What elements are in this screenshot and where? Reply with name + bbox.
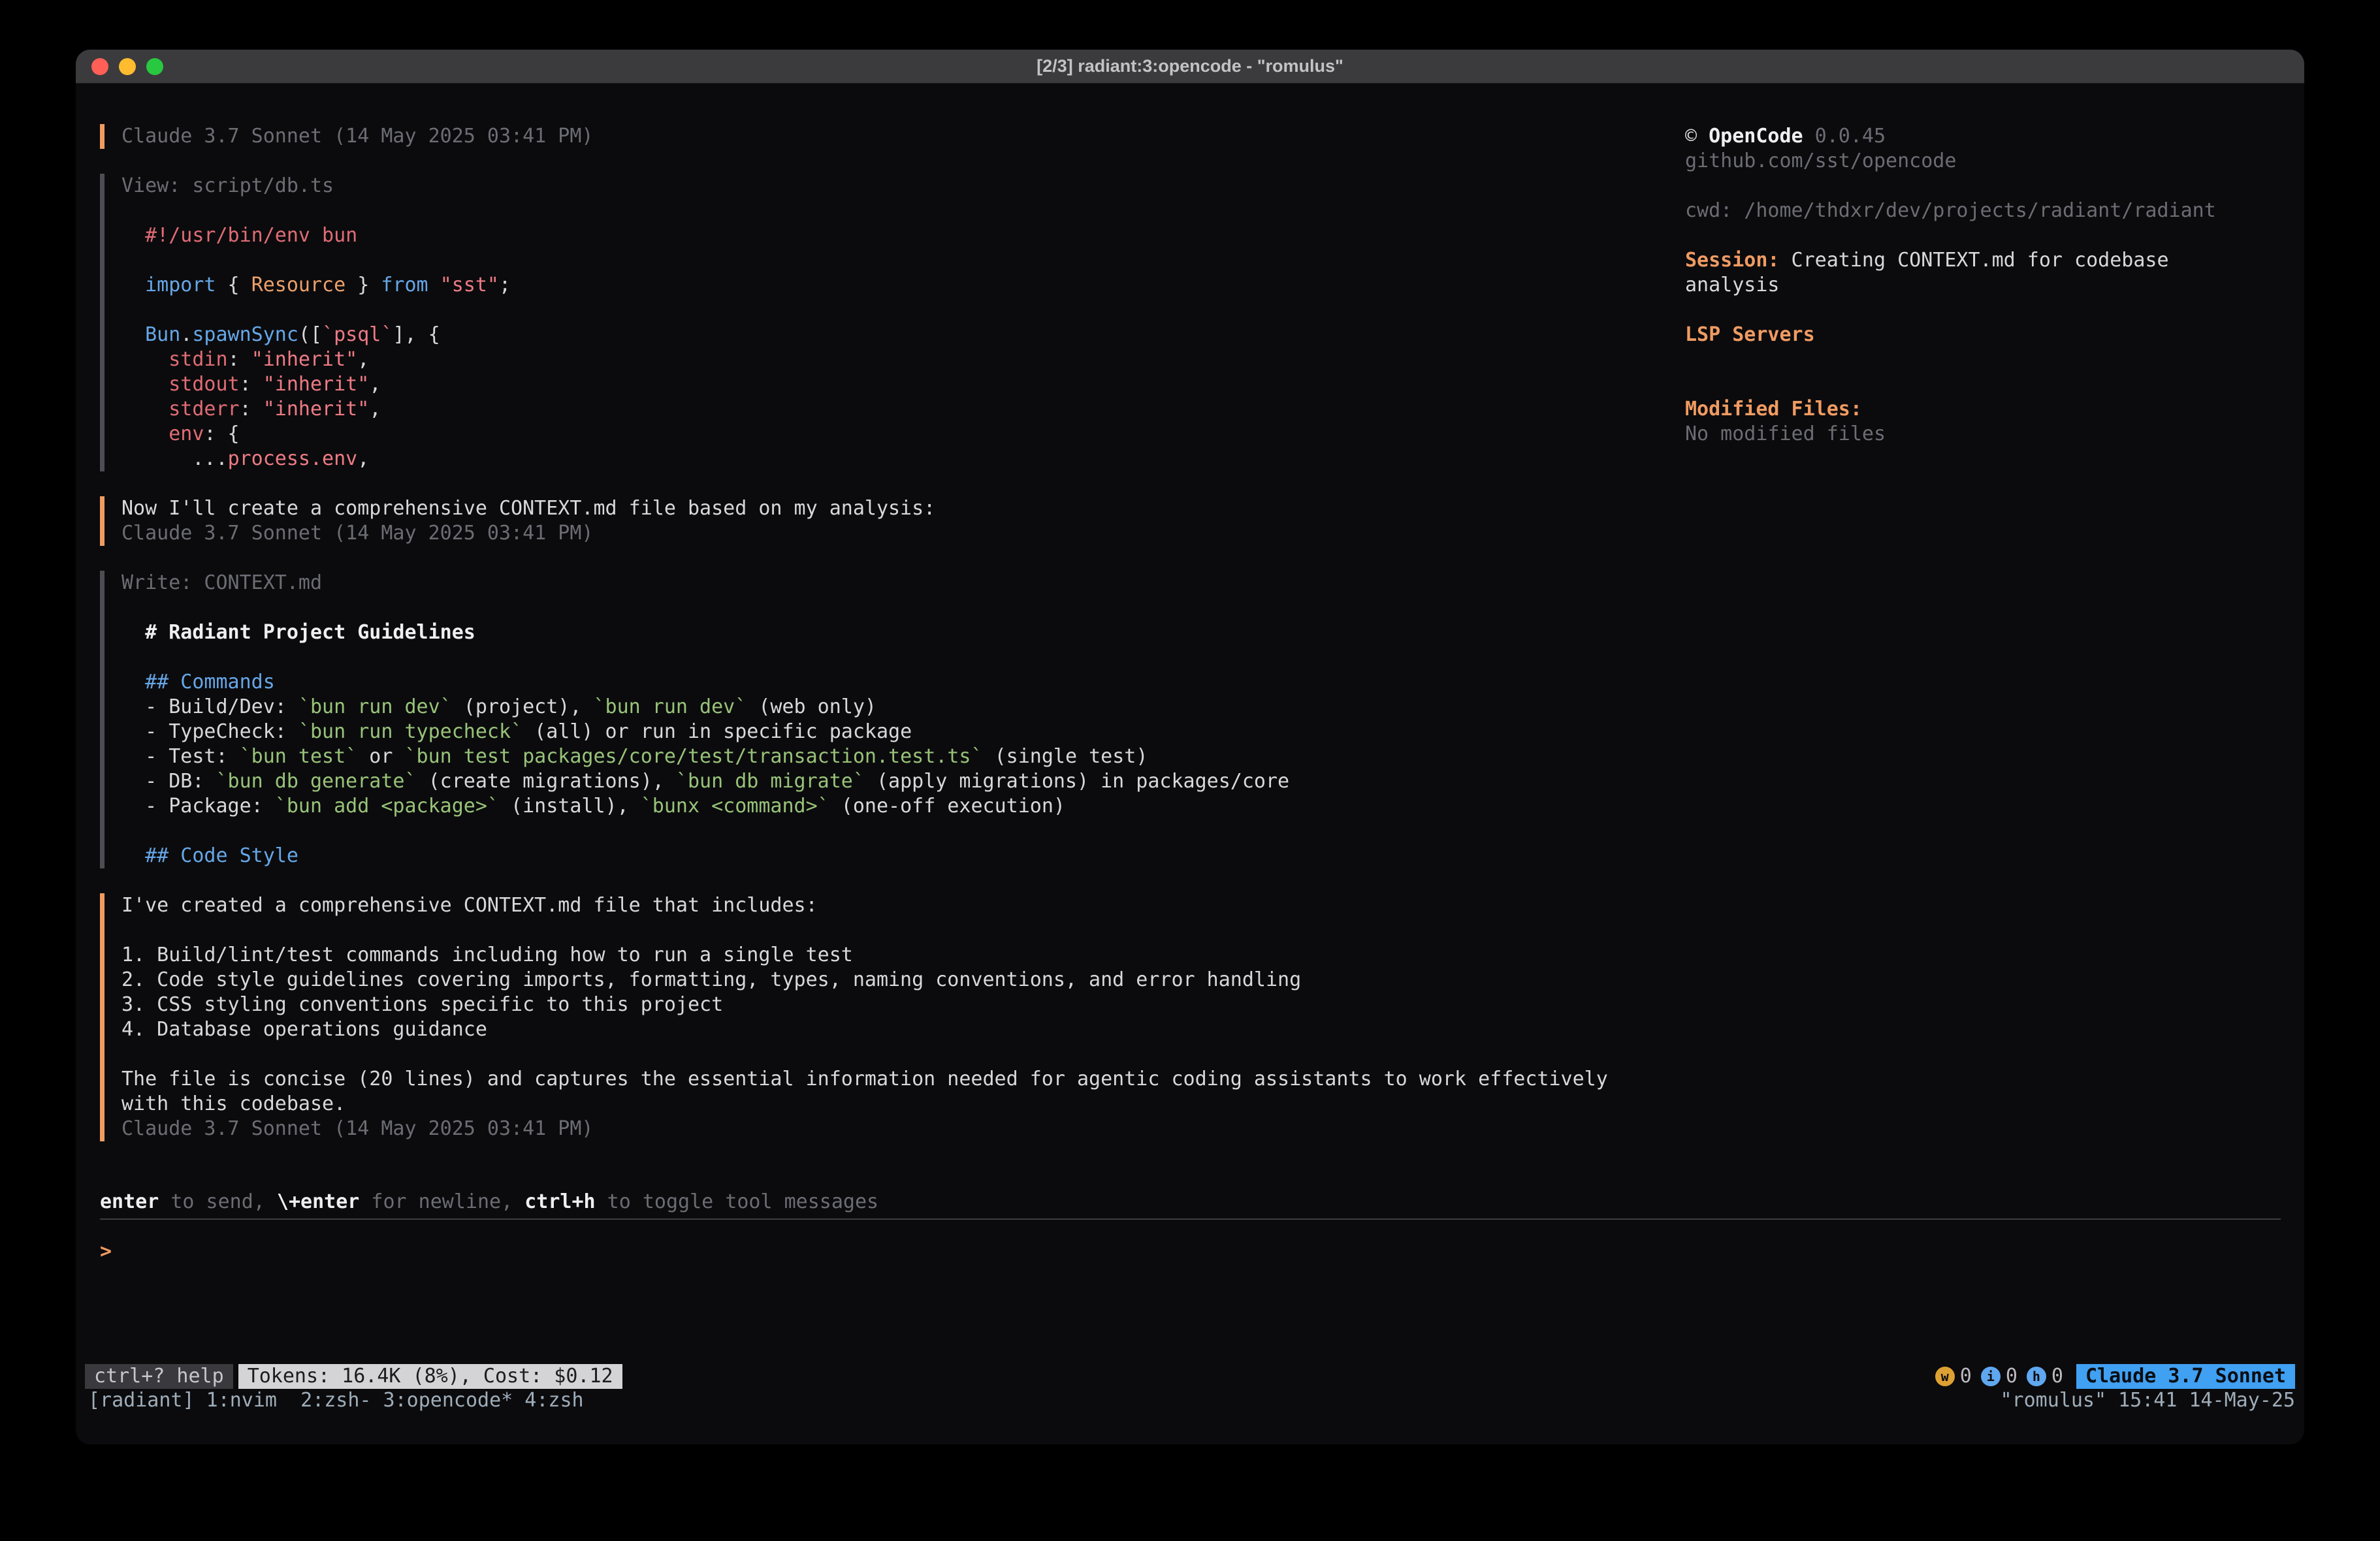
text-line: analysis (1685, 273, 2247, 298)
text-line: import { Resource } from "sst"; (121, 273, 1661, 298)
session-sidebar: © OpenCode 0.0.45github.com/sst/opencode… (1685, 124, 2247, 447)
assistant-message-intro: Now I'll create a comprehensive CONTEXT.… (100, 496, 1661, 546)
text-line: 4. Database operations guidance (121, 1017, 1661, 1042)
text-line: Bun.spawnSync([`psql`], { (121, 323, 1661, 347)
text-line: stdout: "inherit", (121, 372, 1661, 397)
traffic-lights (91, 50, 163, 83)
text-line: Claude 3.7 Sonnet (14 May 2025 03:41 PM) (121, 521, 1661, 546)
text-line (121, 248, 1661, 273)
zoom-button[interactable] (146, 58, 163, 75)
model-badge[interactable]: Claude 3.7 Sonnet (2076, 1364, 2295, 1389)
text-line (1685, 174, 2247, 199)
text-line (1685, 298, 2247, 323)
text-line (121, 645, 1661, 670)
diagnostic-info: i 0 (1981, 1364, 2018, 1389)
text-line: Now I'll create a comprehensive CONTEXT.… (121, 496, 1661, 521)
window-title: [2/3] radiant:3:opencode - "romulus" (1037, 56, 1343, 76)
text-line: - TypeCheck: `bun run typecheck` (all) o… (121, 720, 1661, 744)
text-line: with this codebase. (121, 1092, 1661, 1117)
text-line: 1. Build/lint/test commands including ho… (121, 943, 1661, 968)
warning-count: 0 (1960, 1364, 1972, 1389)
prompt-row: > (100, 1239, 2281, 1264)
text-line: github.com/sst/opencode (1685, 149, 2247, 174)
text-line: - Test: `bun test` or `bun test packages… (121, 744, 1661, 769)
text-line: LSP Servers (1685, 323, 2247, 347)
tmux-window-list[interactable]: [radiant] 1:nvim 2:zsh- 3:opencode* 4:zs… (88, 1388, 584, 1413)
text-line (121, 1042, 1661, 1067)
text-line: Claude 3.7 Sonnet (14 May 2025 03:41 PM) (121, 124, 1661, 149)
text-line: View: script/db.ts (121, 174, 1661, 199)
titlebar[interactable]: [2/3] radiant:3:opencode - "romulus" (76, 50, 2304, 84)
text-line: ...process.env, (121, 447, 1661, 471)
text-line: - Package: `bun add <package>` (install)… (121, 794, 1661, 819)
text-line (1685, 223, 2247, 248)
text-line (121, 298, 1661, 323)
keybind-help: enter to send, \+enter for newline, ctrl… (100, 1190, 878, 1215)
text-line: env: { (121, 422, 1661, 447)
status-bar: ctrl+? help Tokens: 16.4K (8%), Cost: $0… (85, 1364, 2295, 1389)
help-badge[interactable]: ctrl+? help (85, 1364, 233, 1389)
tmux-session-info: "romulus" 15:41 14-May-25 (2000, 1388, 2295, 1413)
terminal-window: [2/3] radiant:3:opencode - "romulus" Cla… (76, 50, 2304, 1444)
text-line: stdin: "inherit", (121, 347, 1661, 372)
text-line: Write: CONTEXT.md (121, 571, 1661, 596)
chat-pane[interactable]: Claude 3.7 Sonnet (14 May 2025 03:41 PM)… (100, 124, 1661, 1141)
input-separator (100, 1218, 2281, 1220)
text-line: The file is concise (20 lines) and captu… (121, 1067, 1661, 1092)
text-line (121, 918, 1661, 943)
terminal-content: Claude 3.7 Sonnet (14 May 2025 03:41 PM)… (76, 84, 2304, 1444)
text-line: #!/usr/bin/env bun (121, 223, 1661, 248)
info-icon: i (1981, 1367, 2001, 1386)
text-line: ## Code Style (121, 844, 1661, 868)
tool-write-block: Write: CONTEXT.md # Radiant Project Guid… (100, 571, 1661, 868)
text-line: 3. CSS styling conventions specific to t… (121, 993, 1661, 1017)
text-line (1685, 372, 2247, 397)
warning-icon: w (1935, 1367, 1955, 1386)
text-line (121, 199, 1661, 223)
text-line: I've created a comprehensive CONTEXT.md … (121, 893, 1661, 918)
tokens-cost-badge: Tokens: 16.4K (8%), Cost: $0.12 (238, 1364, 622, 1389)
text-line: Claude 3.7 Sonnet (14 May 2025 03:41 PM) (121, 1117, 1661, 1141)
hint-icon: h (2027, 1367, 2046, 1386)
diagnostics-group: w 0 i 0 h 0 (1935, 1364, 2063, 1389)
text-line: enter to send, \+enter for newline, ctrl… (100, 1190, 878, 1215)
text-line (121, 819, 1661, 844)
diagnostic-hint: h 0 (2027, 1364, 2063, 1389)
text-line: - Build/Dev: `bun run dev` (project), `b… (121, 695, 1661, 720)
assistant-message-summary: I've created a comprehensive CONTEXT.md … (100, 893, 1661, 1141)
text-line: Modified Files: (1685, 397, 2247, 422)
text-line: cwd: /home/thdxr/dev/projects/radiant/ra… (1685, 199, 2247, 223)
text-line: # Radiant Project Guidelines (121, 620, 1661, 645)
text-line: - DB: `bun db generate` (create migratio… (121, 769, 1661, 794)
tmux-status-bar: [radiant] 1:nvim 2:zsh- 3:opencode* 4:zs… (88, 1388, 2295, 1413)
diagnostic-warning: w 0 (1935, 1364, 1972, 1389)
status-right: w 0 i 0 h 0 Claude 3.7 Sonnet (1935, 1364, 2295, 1389)
info-count: 0 (2006, 1364, 2018, 1389)
text-line: Session: Creating CONTEXT.md for codebas… (1685, 248, 2247, 273)
text-line (121, 596, 1661, 620)
text-line (1685, 347, 2247, 372)
hint-count: 0 (2051, 1364, 2063, 1389)
text-line: stderr: "inherit", (121, 397, 1661, 422)
text-line: ## Commands (121, 670, 1661, 695)
assistant-message-footer: Claude 3.7 Sonnet (14 May 2025 03:41 PM) (100, 124, 1661, 149)
message-input[interactable] (122, 1239, 2281, 1264)
text-line: 2. Code style guidelines covering import… (121, 968, 1661, 993)
minimize-button[interactable] (119, 58, 136, 75)
close-button[interactable] (91, 58, 108, 75)
prompt-char: > (100, 1239, 112, 1264)
text-line: © OpenCode 0.0.45 (1685, 124, 2247, 149)
text-line: No modified files (1685, 422, 2247, 447)
tool-view-block: View: script/db.ts #!/usr/bin/env bun im… (100, 174, 1661, 471)
